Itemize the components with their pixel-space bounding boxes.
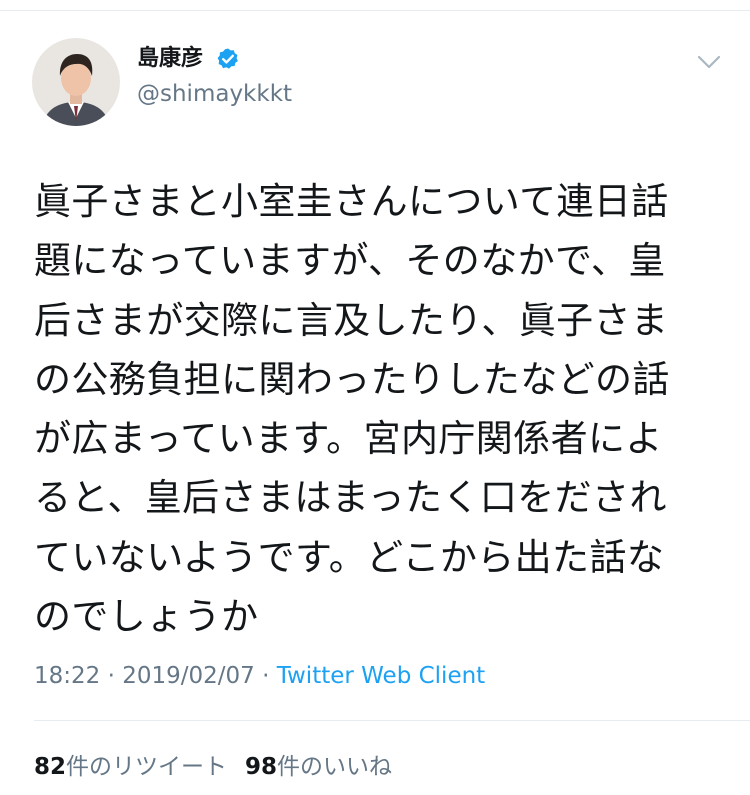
- tweet-text-line: が広まっています。宮内庁関係者によ: [34, 417, 663, 461]
- tweet-text-line: 眞子さまと小室圭さんについて連日話: [34, 180, 669, 223]
- tweet-metadata: 18:22 · 2019/02/07 · Twitter Web Client: [34, 661, 485, 691]
- retweets-label: 件のリツイート: [66, 754, 228, 780]
- chevron-down-icon[interactable]: [696, 52, 722, 72]
- tweet-text-line: の公務負担に関わったりしたなどの話: [34, 357, 670, 401]
- retweets-stat[interactable]: 82件のリツイート: [34, 754, 227, 780]
- tweet-text-line: ると、皇后さまはまったく口をだされ: [34, 476, 667, 520]
- tweet-text-line: 后さまが交際に言及したり、眞子さま: [34, 298, 669, 342]
- meta-separator: ·: [100, 663, 123, 689]
- tweet-text: 眞子さまと小室圭さんについて連日話 題になっていますが、そのなかで、皇 后さまが…: [34, 172, 724, 646]
- tweet-source-link[interactable]: Twitter Web Client: [277, 663, 485, 689]
- likes-stat[interactable]: 98件のいいね: [245, 754, 392, 780]
- meta-separator: ·: [254, 663, 277, 689]
- tweet-time[interactable]: 18:22: [34, 663, 100, 689]
- avatar[interactable]: [32, 38, 120, 126]
- retweets-count: 82: [34, 754, 67, 780]
- stats-divider: [34, 720, 750, 721]
- tweet-stats: 82件のリツイート 98件のいいね: [34, 752, 392, 782]
- author-handle[interactable]: @shimaykkkt: [137, 80, 292, 108]
- tweet-text-line: のでしょうか: [34, 595, 259, 639]
- tweet-text-line: 題になっていますが、そのなかで、皇: [34, 239, 666, 283]
- verified-badge-icon: [217, 48, 238, 69]
- likes-count: 98: [245, 754, 278, 780]
- author-display-name[interactable]: 島康彦: [137, 45, 203, 73]
- likes-label: 件のいいね: [277, 754, 393, 780]
- top-divider: [0, 10, 750, 11]
- tweet-date[interactable]: 2019/02/07: [122, 663, 255, 689]
- tweet-text-line: ていないようです。どこから出た話な: [34, 535, 665, 579]
- avatar-image: [32, 38, 120, 126]
